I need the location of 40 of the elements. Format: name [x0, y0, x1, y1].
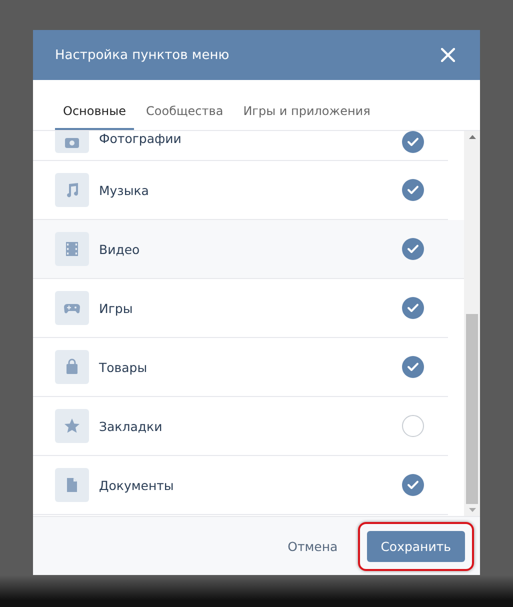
menu-item-label: Фотографии [99, 131, 182, 146]
menu-item-label: Товары [99, 360, 148, 374]
menu-item-label: Игры [99, 300, 134, 316]
checkmark-icon [407, 137, 419, 147]
checkbox[interactable] [402, 131, 424, 153]
checkmark-icon [407, 303, 419, 313]
save-button[interactable]: Сохранить [366, 530, 465, 562]
menu-row[interactable]: Товары [33, 338, 448, 397]
film-icon [55, 232, 89, 266]
tab[interactable]: Сообщества [138, 104, 232, 130]
menu-item-label: Видео [99, 242, 141, 256]
menu-row[interactable]: Фотографии [33, 131, 448, 161]
gamepad-icon [55, 291, 89, 325]
checkbox[interactable] [402, 297, 424, 319]
menu-item-label: Музыка [99, 182, 150, 198]
scroll-down-icon[interactable] [468, 508, 476, 512]
scroll-up-icon[interactable] [468, 135, 476, 139]
checkbox[interactable] [402, 415, 424, 437]
cancel-button[interactable]: Отмена [282, 538, 344, 554]
music-icon [55, 173, 89, 207]
close-icon[interactable] [441, 48, 455, 62]
dialog-title: Настройка пунктов меню [55, 48, 230, 62]
checkbox[interactable] [402, 474, 424, 496]
tab[interactable]: Игры и приложения [235, 104, 378, 130]
menu-item-label: Документы [99, 478, 175, 492]
checkmark-icon [407, 480, 419, 490]
menu-item-label: Закладки [99, 418, 164, 434]
menu-row[interactable]: Игры [33, 279, 448, 338]
checkmark-icon [407, 244, 419, 254]
checkbox[interactable] [402, 356, 424, 378]
scrollbar[interactable] [464, 131, 480, 516]
menu-row-hovered[interactable]: Видео [33, 220, 464, 279]
document-icon [55, 468, 89, 502]
checkbox[interactable] [402, 179, 424, 201]
menu-row[interactable]: Закладки [33, 397, 448, 456]
bag-icon [55, 350, 89, 384]
checkmark-icon [407, 185, 419, 195]
menu-row[interactable]: Документы [33, 456, 448, 515]
checkmark-icon [407, 362, 419, 372]
checkbox[interactable] [402, 238, 424, 260]
